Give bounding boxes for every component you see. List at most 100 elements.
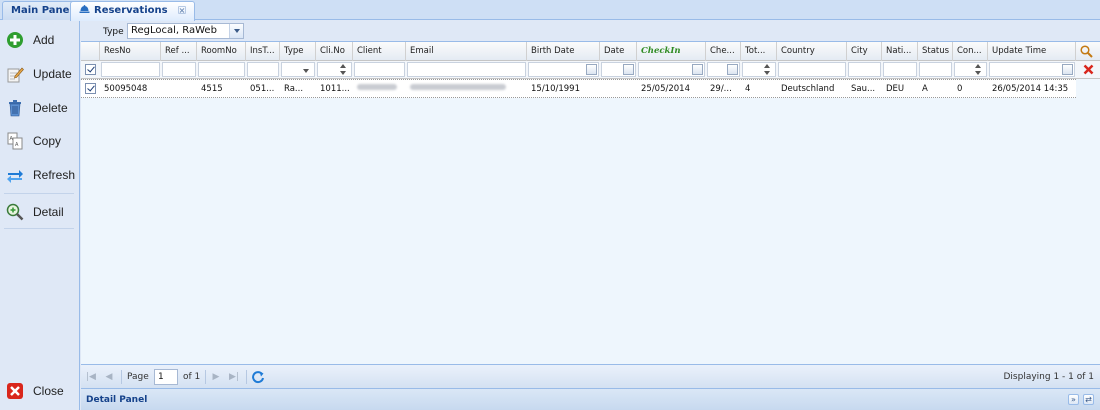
spinner-icon[interactable] [338,62,349,77]
next-page-icon[interactable]: ▶ [210,371,222,383]
sidebar: Add Update Delete AA Copy Refresh Detail [0,21,80,410]
update-button-label: Update [33,67,72,81]
tab-reservations-label: Reservations [94,5,168,16]
detail-button[interactable]: Detail [6,200,76,224]
cell-nationality: DEU [886,84,905,94]
add-button[interactable]: Add [6,28,76,52]
column-header-birth-date[interactable]: Birth Date [527,42,600,61]
detail-panel-title: Detail Panel [86,395,148,405]
calendar-icon[interactable] [692,64,703,75]
close-button[interactable]: Close [6,379,76,403]
cell-checkin: 25/05/2014 [641,84,690,94]
pager-divider [246,370,247,384]
column-header-client[interactable]: Client [353,42,406,61]
filter-resno[interactable] [101,62,160,77]
column-header-inst[interactable]: InsT... [246,42,280,61]
column-header-type[interactable]: Type [280,42,316,61]
page-input[interactable]: 1 [154,369,178,385]
calendar-icon[interactable] [623,64,634,75]
column-header-email[interactable]: Email [406,42,527,61]
column-header-status[interactable]: Status [918,42,953,61]
svg-text:A: A [10,136,14,142]
displaying-text: Displaying 1 - 1 of 1 [1003,372,1095,382]
cell-email-redacted [406,80,527,98]
collapse-icon[interactable]: » [1068,394,1079,405]
add-button-label: Add [33,33,55,47]
filter-inst[interactable] [247,62,279,77]
select-all-header [81,42,100,61]
spinner-icon[interactable] [973,62,984,77]
close-icon [6,382,24,400]
search-tool[interactable] [1076,42,1100,61]
filter-ref[interactable] [162,62,196,77]
column-header-con[interactable]: Con... [953,42,988,61]
column-header-update-time[interactable]: Update Time [988,42,1076,61]
column-header-city[interactable]: City [847,42,882,61]
tab-main-panel-label: Main Panel [11,5,73,16]
chevron-down-icon[interactable] [229,24,243,38]
calendar-icon[interactable] [727,64,738,75]
expand-icon[interactable]: ⇄ [1083,394,1094,405]
cell-ref [161,80,197,98]
chevron-down-icon[interactable] [301,63,312,78]
row-checkbox[interactable] [85,83,96,94]
filter-status[interactable] [919,62,952,77]
column-header-roomno[interactable]: RoomNo [197,42,246,61]
column-header-checkout[interactable]: Che... [706,42,741,61]
filter-nationality[interactable] [883,62,917,77]
delete-button[interactable]: Delete [6,96,76,120]
cell-resno: 50095048 [104,84,148,94]
spinner-icon[interactable] [762,62,773,77]
last-page-icon[interactable]: ▶| [228,371,240,383]
column-header-total[interactable]: Tot... [741,42,777,61]
copy-button[interactable]: AA Copy [6,129,76,153]
pager-divider [121,370,122,384]
type-select[interactable]: RegLocal, RaWeb [127,23,244,39]
refresh-icon[interactable] [251,370,265,384]
filter-country[interactable] [778,62,846,77]
column-header-checkin[interactable]: CheckIn [637,42,706,61]
table-row[interactable]: 50095048 4515 051... Ra... 1011... 15/10… [81,79,1076,98]
filter-city[interactable] [848,62,881,77]
filter-total[interactable] [742,62,776,77]
filter-update-time[interactable] [989,62,1075,77]
update-button[interactable]: Update [6,62,76,86]
filter-client[interactable] [354,62,405,77]
column-header-clino[interactable]: Cli.No [316,42,353,61]
cell-con: 0 [957,84,963,94]
cell-roomno: 4515 [201,84,223,94]
detail-button-label: Detail [33,205,64,219]
column-header-country[interactable]: Country [777,42,847,61]
grid-header: ResNo Ref ... RoomNo InsT... Type Cli.No… [81,42,1100,61]
edit-icon [6,65,24,83]
calendar-icon[interactable] [586,64,597,75]
tab-reservations[interactable]: Reservations × [70,1,195,21]
column-header-nationality[interactable]: Nati... [882,42,918,61]
copy-button-label: Copy [33,134,62,148]
filter-date[interactable] [601,62,636,77]
filter-con[interactable] [954,62,987,77]
filter-checkout[interactable] [707,62,740,77]
column-header-ref[interactable]: Ref ... [161,42,197,61]
detail-panel: Detail Panel » ⇄ [81,388,1100,410]
delete-button-label: Delete [33,101,68,115]
column-header-resno[interactable]: ResNo [100,42,161,61]
filter-roomno[interactable] [198,62,245,77]
clear-filter-icon[interactable] [1083,64,1094,75]
select-all-checkbox[interactable] [85,64,96,75]
search-icon[interactable] [1080,45,1093,58]
filter-birth-date[interactable] [528,62,599,77]
filter-email[interactable] [407,62,526,77]
first-page-icon[interactable]: |◀ [85,371,97,383]
refresh-button[interactable]: Refresh [6,163,76,187]
filter-checkin[interactable] [638,62,705,77]
calendar-icon[interactable] [1062,64,1073,75]
close-tab-icon[interactable]: × [177,6,186,15]
filter-clino[interactable] [317,62,352,77]
column-header-date[interactable]: Date [600,42,637,61]
filter-type[interactable] [281,62,315,77]
refresh-button-label: Refresh [33,168,76,182]
prev-page-icon[interactable]: ◀ [103,371,115,383]
svg-text:A: A [15,142,19,148]
cell-inst: 051... [250,84,275,94]
